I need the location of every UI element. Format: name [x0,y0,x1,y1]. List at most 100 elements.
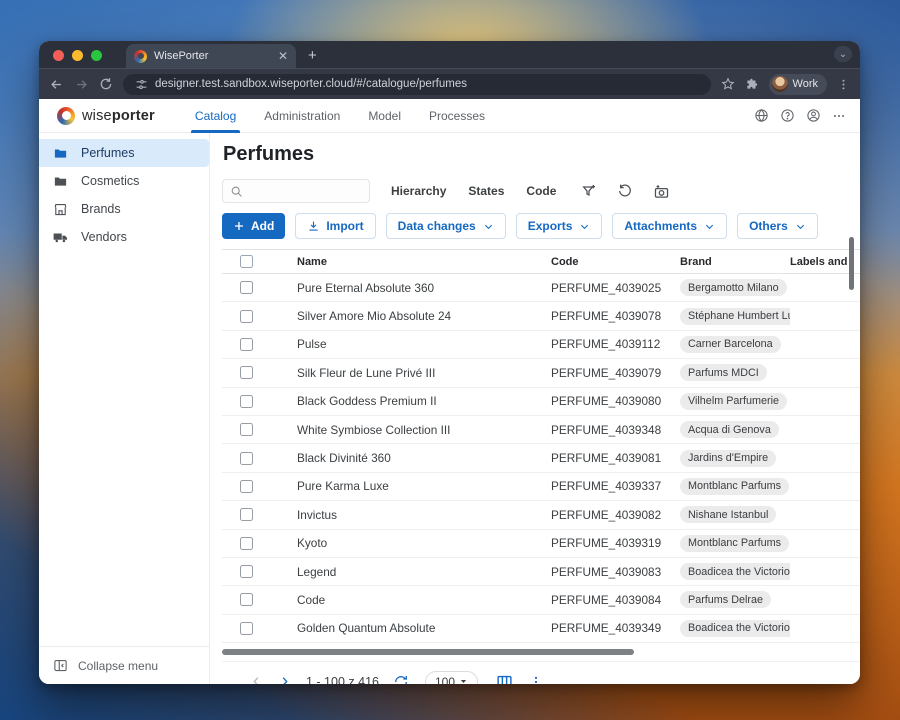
brand-pill: Parfums MDCI [680,364,767,381]
hierarchy-button[interactable]: Hierarchy [380,179,457,203]
row-checkbox[interactable] [240,593,253,606]
nav-catalog[interactable]: Catalog [181,99,250,133]
sidebar-item-cosmetics[interactable]: Cosmetics [39,167,209,195]
table-row[interactable]: Silver Amore Mio Absolute 24 PERFUME_403… [222,302,860,330]
cell-name: Pure Karma Luxe [279,479,551,493]
cell-code: PERFUME_4039349 [551,621,680,635]
forward-icon[interactable] [74,77,89,92]
row-checkbox[interactable] [240,565,253,578]
cell-code: PERFUME_4039082 [551,508,680,522]
table-row[interactable]: Kyoto PERFUME_4039319 Montblanc Parfums [222,530,860,558]
row-checkbox[interactable] [240,423,253,436]
column-header-code[interactable]: Code [551,256,680,268]
close-window-button[interactable] [53,50,64,61]
tab-close-icon[interactable]: ✕ [278,50,288,62]
account-icon[interactable] [806,108,821,123]
browser-menu-icon[interactable] [837,78,850,91]
columns-settings-icon[interactable] [496,673,513,684]
next-page-icon[interactable] [272,670,296,684]
nav-processes[interactable]: Processes [415,99,499,133]
cell-name: Invictus [279,508,551,522]
sidebar-item-brands[interactable]: Brands [39,195,209,223]
row-checkbox[interactable] [240,281,253,294]
table-row[interactable]: Pulse PERFUME_4039112 Carner Barcelona [222,331,860,359]
collapse-menu-button[interactable]: Collapse menu [39,646,209,684]
table-row[interactable]: Black Divinité 360 PERFUME_4039081 Jardi… [222,444,860,472]
cell-code: PERFUME_4039112 [551,337,680,351]
row-checkbox[interactable] [240,310,253,323]
table-row[interactable]: Golden Quantum Absolute PERFUME_4039349 … [222,615,860,643]
snapshot-camera-icon[interactable] [653,183,670,200]
sidebar-item-label: Vendors [81,230,127,244]
table-row[interactable]: Silk Fleur de Lune Privé III PERFUME_403… [222,359,860,387]
sidebar-item-vendors[interactable]: Vendors [39,223,209,251]
row-checkbox[interactable] [240,537,253,550]
add-button[interactable]: Add [222,213,285,239]
table-row[interactable]: White Symbiose Collection III PERFUME_40… [222,416,860,444]
vertical-scrollbar-thumb[interactable] [849,237,854,290]
chevron-down-icon [579,221,590,232]
table-row[interactable]: Pure Eternal Absolute 360 PERFUME_403902… [222,274,860,302]
row-checkbox[interactable] [240,508,253,521]
table-row[interactable]: Legend PERFUME_4039083 Boadicea the Vict… [222,558,860,586]
site-settings-icon[interactable] [135,78,148,91]
nav-model[interactable]: Model [354,99,415,133]
code-button[interactable]: Code [515,179,567,203]
table-row[interactable]: Black Goddess Premium II PERFUME_4039080… [222,388,860,416]
row-checkbox[interactable] [240,622,253,635]
nav-administration[interactable]: Administration [250,99,354,133]
row-checkbox[interactable] [240,395,253,408]
select-all-checkbox[interactable] [240,255,253,268]
extensions-icon[interactable] [745,77,759,91]
wiseporter-logo[interactable]: wiseporter [57,107,155,125]
table-row[interactable]: Pure Karma Luxe PERFUME_4039337 Montblan… [222,473,860,501]
sidebar: Perfumes Cosmetics Brands [39,133,210,684]
browser-profile-button[interactable]: Work [769,74,827,95]
column-header-name[interactable]: Name [279,256,551,268]
refresh-table-icon[interactable] [393,674,409,684]
browser-tab[interactable]: WisePorter ✕ [126,44,296,68]
search-input[interactable] [248,184,362,198]
data-changes-button[interactable]: Data changes [386,213,506,239]
cell-name: Legend [279,565,551,579]
header-more-icon[interactable] [832,109,846,123]
storefront-icon [52,202,68,217]
states-button[interactable]: States [457,179,515,203]
zoom-window-button[interactable] [91,50,102,61]
page-size-select[interactable]: 100 [425,671,478,684]
row-checkbox[interactable] [240,480,253,493]
sidebar-item-perfumes[interactable]: Perfumes [39,139,209,167]
cell-code: PERFUME_4039080 [551,394,680,408]
tab-search-chevron-icon[interactable]: ⌄ [834,46,852,62]
minimize-window-button[interactable] [72,50,83,61]
reload-icon[interactable] [99,77,113,91]
table-more-icon[interactable] [529,675,543,684]
new-tab-button[interactable]: + [308,47,317,64]
bookmark-star-icon[interactable] [721,77,735,91]
history-refresh-icon[interactable] [617,183,633,199]
previous-page-icon[interactable] [244,670,268,684]
address-bar[interactable]: designer.test.sandbox.wiseporter.cloud/#… [123,74,711,95]
language-globe-icon[interactable] [754,108,769,123]
horizontal-scrollbar[interactable] [222,649,850,655]
attachments-button[interactable]: Attachments [612,213,727,239]
others-button[interactable]: Others [737,213,818,239]
help-icon[interactable] [780,108,795,123]
column-header-brand[interactable]: Brand [680,256,790,268]
row-checkbox[interactable] [240,452,253,465]
search-box[interactable] [222,179,370,203]
add-filter-icon[interactable] [581,183,597,199]
horizontal-scrollbar-thumb[interactable] [222,649,634,655]
cell-name: Black Goddess Premium II [279,394,551,408]
row-checkbox[interactable] [240,338,253,351]
row-checkbox[interactable] [240,366,253,379]
back-icon[interactable] [49,77,64,92]
table-row[interactable]: Invictus PERFUME_4039082 Nishane Istanbu… [222,501,860,529]
table-row[interactable]: Code PERFUME_4039084 Parfums Delrae [222,586,860,614]
folder-icon [52,146,68,161]
collapse-menu-label: Collapse menu [78,659,158,673]
cell-name: Black Divinité 360 [279,451,551,465]
profile-label: Work [793,78,818,90]
import-button[interactable]: Import [295,213,375,239]
exports-button[interactable]: Exports [516,213,603,239]
